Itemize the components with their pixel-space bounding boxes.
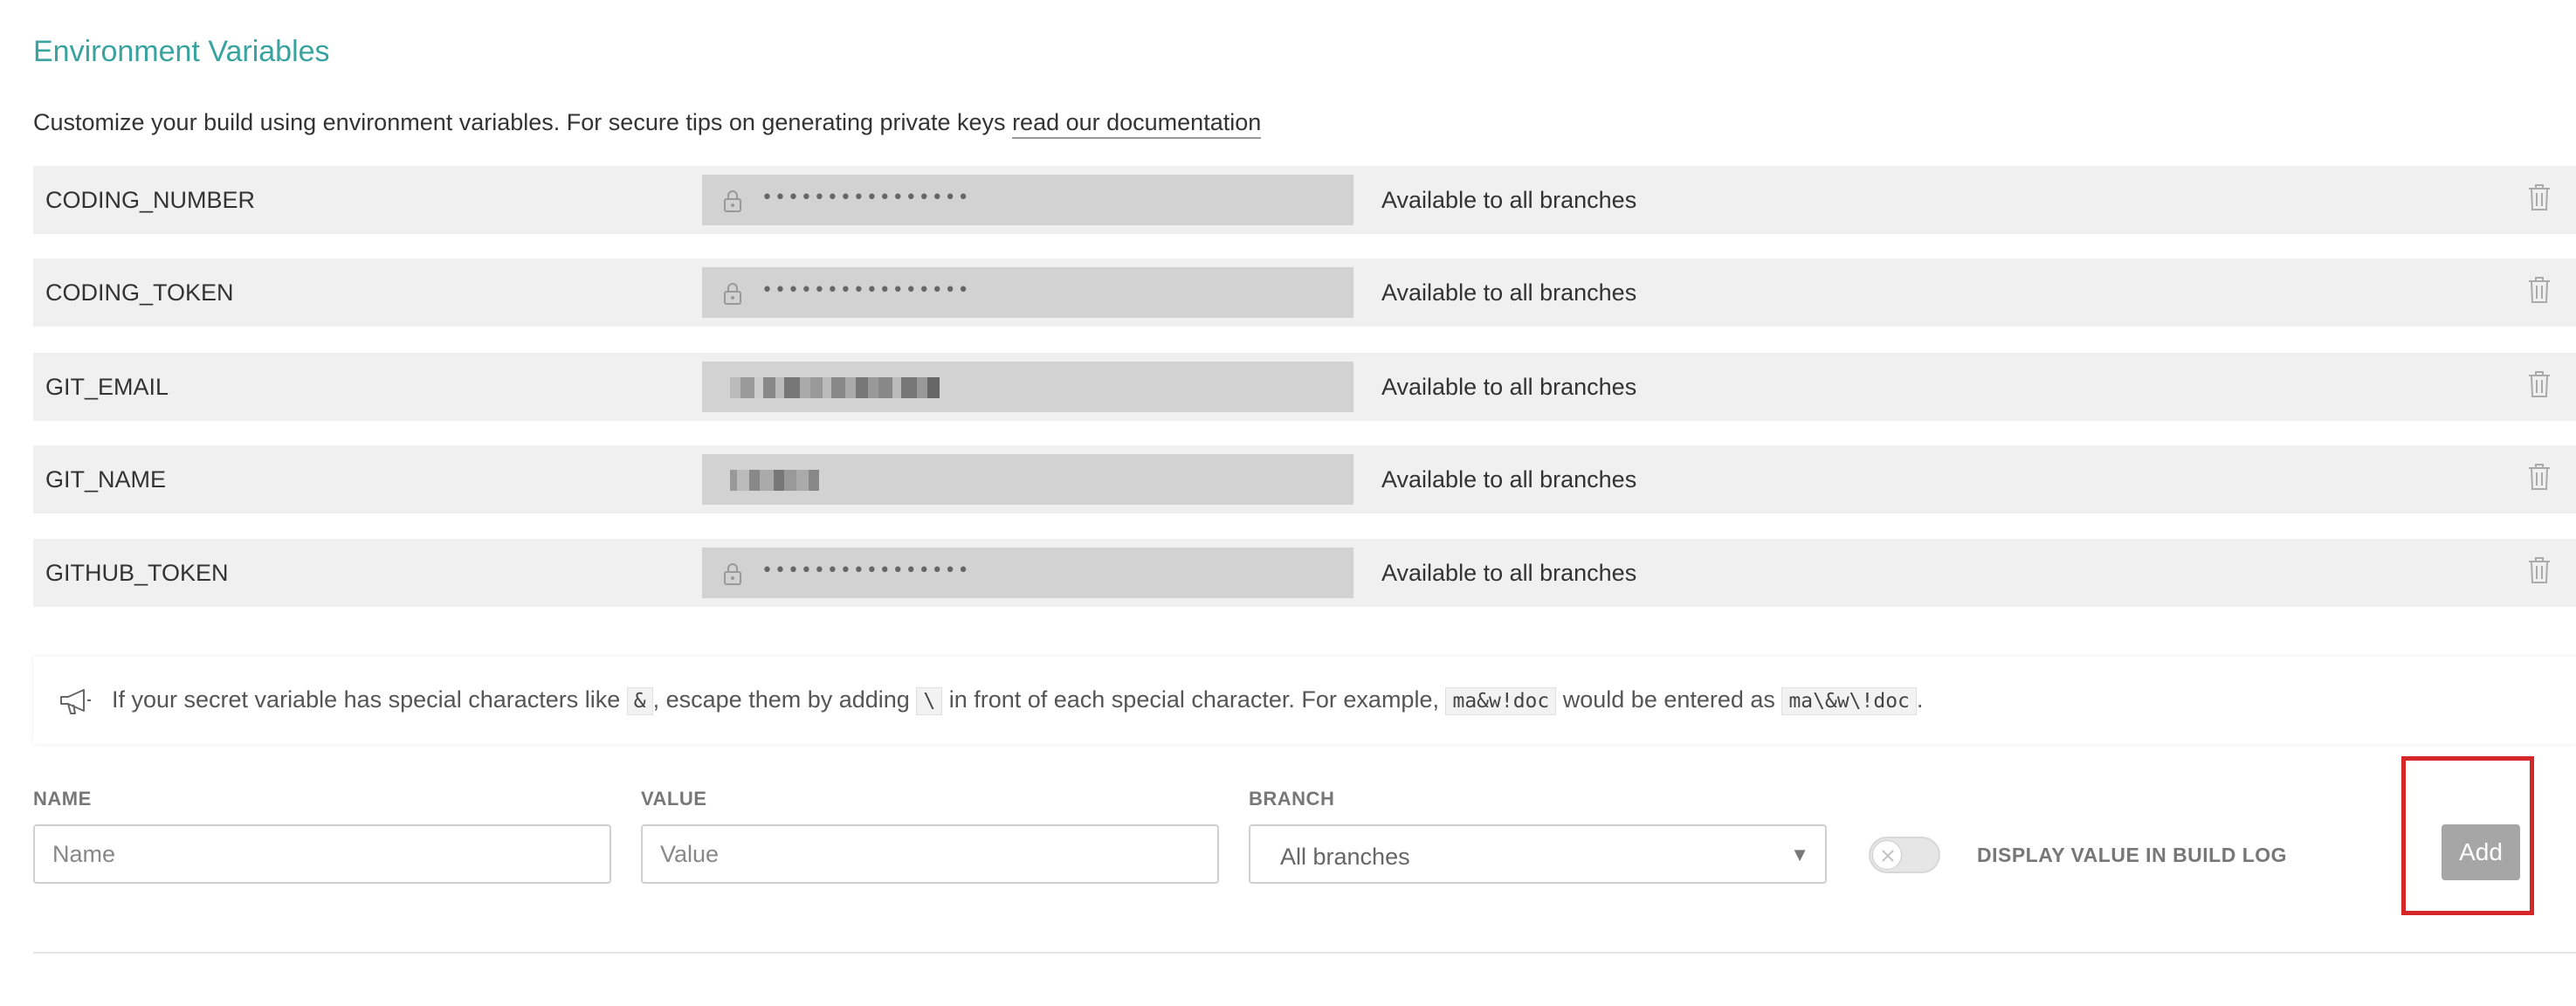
- masked-value: ••••••••••••••••: [761, 187, 971, 209]
- page-title: Environment Variables: [33, 35, 330, 68]
- description-text: Customize your build using environment v…: [33, 109, 1013, 135]
- env-var-value: ••••••••••••••••: [702, 267, 1353, 318]
- redacted-value: [730, 470, 819, 491]
- env-var-branch: Available to all branches: [1381, 466, 1637, 493]
- env-var-row: GITHUB_TOKEN •••••••••••••••• Available …: [33, 539, 2576, 607]
- env-var-row: GIT_NAME Available to all branches: [33, 445, 2576, 513]
- value-label: VALUE: [641, 788, 707, 810]
- notice-part: would be entered as: [1556, 686, 1782, 713]
- env-var-branch: Available to all branches: [1381, 279, 1637, 306]
- branch-select[interactable]: All branches ▼: [1249, 824, 1827, 884]
- env-var-row: CODING_TOKEN •••••••••••••••• Available …: [33, 258, 2576, 327]
- masked-value: ••••••••••••••••: [761, 279, 971, 301]
- megaphone-icon: [60, 689, 91, 714]
- special-characters-notice: If your secret variable has special char…: [33, 657, 2576, 744]
- env-var-name: GIT_EMAIL: [45, 374, 169, 400]
- redacted-value: [730, 377, 940, 398]
- close-icon: [1882, 850, 1894, 862]
- display-value-label: DISPLAY VALUE IN BUILD LOG: [1977, 844, 2288, 866]
- value-input[interactable]: [641, 824, 1219, 884]
- trash-icon[interactable]: [2527, 462, 2552, 492]
- trash-icon[interactable]: [2527, 369, 2552, 399]
- branch-label: BRANCH: [1249, 788, 1335, 810]
- env-var-value: ••••••••••••••••: [702, 548, 1353, 598]
- env-var-name: GIT_NAME: [45, 466, 167, 493]
- env-var-row: GIT_EMAIL Available to all branches: [33, 353, 2576, 421]
- env-var-name: CODING_NUMBER: [45, 187, 256, 213]
- env-var-name: CODING_TOKEN: [45, 279, 234, 306]
- add-button[interactable]: Add: [2442, 824, 2520, 880]
- branch-select-value: All branches: [1280, 844, 1410, 870]
- code-backslash: \: [916, 687, 943, 715]
- page-description: Customize your build using environment v…: [33, 109, 1262, 139]
- notice-part: If your secret variable has special char…: [112, 686, 627, 713]
- masked-value: ••••••••••••••••: [761, 560, 971, 582]
- env-var-value: [702, 362, 1353, 412]
- name-input[interactable]: [33, 824, 611, 884]
- env-var-name: GITHUB_TOKEN: [45, 560, 229, 586]
- notice-part: in front of each special character. For …: [942, 686, 1446, 713]
- lock-icon: [724, 563, 741, 585]
- documentation-link[interactable]: read our documentation: [1012, 109, 1262, 139]
- chevron-down-icon: ▼: [1790, 844, 1809, 865]
- trash-icon[interactable]: [2527, 183, 2552, 212]
- env-var-row: CODING_NUMBER •••••••••••••••• Available…: [33, 166, 2576, 234]
- display-value-toggle[interactable]: [1869, 837, 1940, 873]
- toggle-knob: [1872, 840, 1902, 870]
- notice-text: If your secret variable has special char…: [112, 686, 1924, 715]
- notice-part: , escape them by adding: [652, 686, 917, 713]
- divider: [33, 952, 2576, 954]
- code-ampersand: &: [626, 687, 653, 715]
- code-escaped-example: ma\&w\!doc: [1781, 687, 1917, 715]
- env-var-value: ••••••••••••••••: [702, 175, 1353, 225]
- env-var-branch: Available to all branches: [1381, 560, 1637, 586]
- env-var-value: [702, 454, 1353, 505]
- env-var-branch: Available to all branches: [1381, 187, 1637, 213]
- trash-icon[interactable]: [2527, 275, 2552, 305]
- trash-icon[interactable]: [2527, 555, 2552, 585]
- code-example: ma&w!doc: [1445, 687, 1557, 715]
- name-label: NAME: [33, 788, 92, 810]
- notice-part: .: [1916, 686, 1924, 713]
- lock-icon: [724, 190, 741, 212]
- env-var-branch: Available to all branches: [1381, 374, 1637, 400]
- lock-icon: [724, 283, 741, 305]
